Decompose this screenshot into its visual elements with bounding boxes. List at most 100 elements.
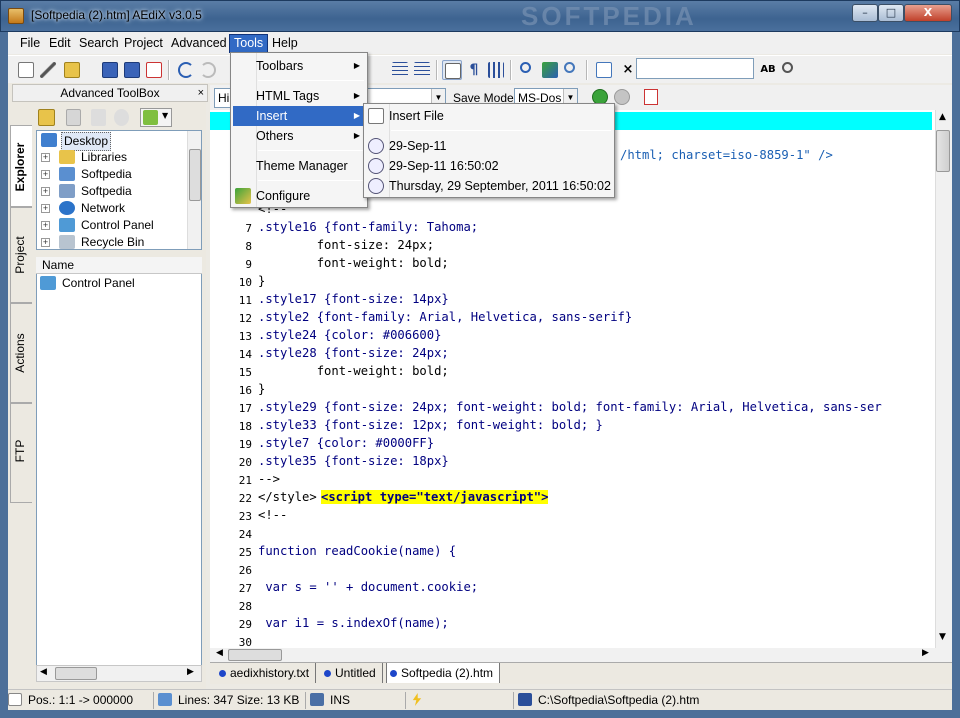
menu-separator	[258, 180, 364, 181]
open-button[interactable]	[62, 60, 82, 80]
undo-button[interactable]	[176, 60, 196, 80]
menu-bar: File Edit Search Project Advanced Tools …	[8, 32, 952, 54]
disconnect-icon[interactable]	[91, 109, 106, 126]
wizard-button[interactable]	[38, 60, 58, 80]
menu-item-insert[interactable]: Insert ▶	[233, 106, 366, 126]
tab-softpedia[interactable]: Softpedia (2).htm	[386, 663, 501, 683]
code-line: function readCookie(name) {	[258, 544, 457, 558]
scroll-right-icon[interactable]: ▶	[922, 648, 929, 658]
scroll-down-icon[interactable]: ▼	[939, 632, 946, 642]
tab-aedixhistory[interactable]: aedixhistory.txt	[216, 663, 317, 683]
menu-item-html-tags[interactable]: HTML Tags ▶	[233, 86, 366, 106]
search-input[interactable]	[636, 58, 754, 79]
insert-submenu: Insert File 29-Sep-11 29-Sep-11 16:50:02…	[363, 103, 615, 198]
outdent-button[interactable]	[412, 60, 432, 80]
scroll-left-icon[interactable]: ◀	[40, 667, 47, 677]
tab-project[interactable]: Project	[10, 207, 32, 303]
toolbox-close-icon[interactable]: ×	[198, 85, 204, 101]
tree-item-libraries[interactable]: + Libraries	[37, 149, 187, 166]
editor-vscroll-thumb[interactable]	[936, 130, 950, 172]
menu-help[interactable]: Help	[268, 35, 302, 52]
tree-item-desktop[interactable]: Desktop	[37, 132, 187, 151]
redo-button[interactable]	[198, 60, 218, 80]
menu-item-toolbars[interactable]: Toolbars ▶	[233, 56, 366, 76]
folder-tree[interactable]: Desktop + Libraries + Softpedia + Softpedia…	[36, 130, 202, 250]
find-button[interactable]	[518, 60, 538, 80]
menu-item-date-long[interactable]: Thursday, 29 September, 2011 16:50:02	[366, 176, 613, 196]
close-file-button[interactable]	[144, 60, 164, 80]
expand-icon[interactable]: +	[41, 221, 50, 230]
tree-item-control-panel[interactable]: + Control Panel	[37, 217, 187, 234]
redo-icon	[200, 62, 216, 78]
folder-up-icon[interactable]	[38, 109, 55, 126]
word-wrap-button[interactable]	[442, 60, 462, 80]
network-drive-icon[interactable]	[114, 109, 129, 126]
tree-scroll-thumb[interactable]	[189, 149, 201, 201]
menu-edit[interactable]: Edit	[45, 35, 75, 52]
forward-icon[interactable]	[614, 89, 630, 105]
scroll-up-icon[interactable]: ▲	[939, 112, 946, 122]
tab-ftp[interactable]: FTP	[10, 403, 32, 503]
editor-vscrollbar[interactable]: ▲ ▼	[935, 110, 952, 648]
special-chars-button[interactable]	[486, 60, 506, 80]
tab-actions[interactable]: Actions	[10, 303, 32, 403]
tab-explorer[interactable]: Explorer	[10, 125, 32, 207]
scroll-left-icon[interactable]: ◀	[216, 648, 223, 658]
indent-button[interactable]	[390, 60, 410, 80]
file-list[interactable]	[36, 257, 202, 666]
new-file-button[interactable]	[16, 60, 36, 80]
show-paragraph-button[interactable]: ¶	[464, 60, 484, 80]
replace-button[interactable]	[540, 60, 560, 80]
menu-item-date-time[interactable]: 29-Sep-11 16:50:02	[366, 156, 613, 176]
document-icon	[445, 63, 461, 79]
goto-line-button[interactable]	[594, 60, 614, 80]
menu-item-configure[interactable]: Configure	[233, 186, 366, 206]
menu-item-insert-file[interactable]: Insert File	[366, 106, 613, 126]
expand-icon[interactable]: +	[41, 170, 50, 179]
expand-icon[interactable]: +	[41, 238, 50, 247]
tab-untitled[interactable]: Untitled	[321, 663, 383, 683]
app-icon[interactable]	[8, 8, 24, 24]
menu-item-others[interactable]: Others ▶	[233, 126, 366, 146]
scroll-right-icon[interactable]: ▶	[187, 667, 194, 677]
tree-item-softpedia[interactable]: + Softpedia	[37, 166, 187, 183]
menu-advanced[interactable]: Advanced	[167, 35, 231, 52]
minimize-button[interactable]: –	[852, 4, 878, 22]
editor-hscroll-thumb[interactable]	[228, 649, 282, 661]
line-number: 15	[238, 366, 252, 379]
title-bar[interactable]: [Softpedia (2).htm] AEdiX v3.0.5 SOFTPED…	[0, 0, 960, 32]
tree-scrollbar[interactable]	[187, 131, 201, 249]
maximize-button[interactable]: □	[878, 4, 904, 22]
save-all-button[interactable]	[122, 60, 142, 80]
menu-file[interactable]: File	[16, 35, 44, 52]
close-document-icon[interactable]	[644, 89, 658, 105]
list-hscrollbar[interactable]: ◀ ▶	[36, 665, 202, 682]
expand-icon[interactable]: +	[41, 204, 50, 213]
code-line: .style24 {color: #006600}	[258, 328, 442, 342]
menu-tools[interactable]: Tools	[228, 34, 269, 53]
menu-search[interactable]: Search	[75, 35, 123, 52]
expand-icon[interactable]: +	[41, 153, 50, 162]
save-button[interactable]	[100, 60, 120, 80]
lightning-icon	[412, 693, 422, 706]
watermark: SOFTPEDIA	[521, 1, 697, 31]
clear-search-icon[interactable]: ×	[618, 60, 638, 80]
expand-icon[interactable]: +	[41, 187, 50, 196]
close-button[interactable]: X	[904, 4, 952, 22]
menu-item-theme-manager[interactable]: Theme Manager	[233, 156, 366, 176]
tree-item-recycle-bin[interactable]: + Recycle Bin	[37, 234, 187, 249]
line-number: 11	[238, 294, 252, 307]
menu-project[interactable]: Project	[120, 35, 167, 52]
menu-item-date-short[interactable]: 29-Sep-11	[366, 136, 613, 156]
match-case-icon[interactable]: AB	[758, 60, 778, 80]
search-options-button[interactable]	[780, 60, 800, 80]
tree-item-network[interactable]: + Network	[37, 200, 187, 217]
list-hscroll-thumb[interactable]	[55, 667, 97, 680]
column-header-name[interactable]: Name	[36, 257, 202, 274]
tree-item-softpedia-computer[interactable]: + Softpedia	[37, 183, 187, 200]
find-next-button[interactable]	[562, 60, 582, 80]
editor-hscrollbar[interactable]: ◀ ▶	[210, 648, 952, 662]
drive-icon[interactable]	[66, 109, 81, 126]
favorites-dropdown[interactable]: ▼	[140, 108, 172, 127]
list-item[interactable]: Control Panel	[40, 275, 135, 291]
